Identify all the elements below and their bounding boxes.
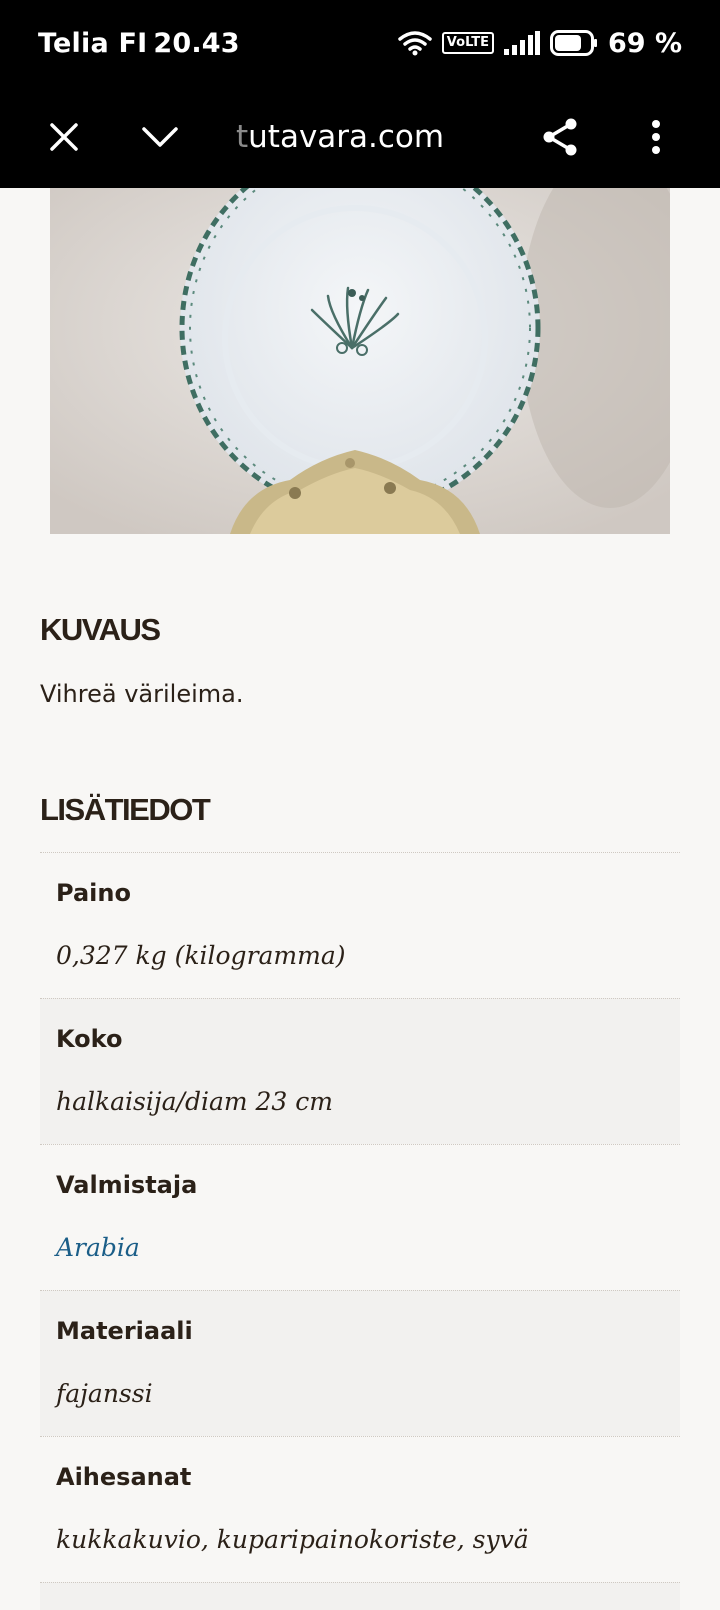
detail-value: fajanssi	[56, 1379, 153, 1408]
description-heading: KUVAUS	[40, 612, 161, 647]
detail-label: Aihesanat	[56, 1463, 192, 1491]
detail-value: halkaisija/diam 23 cm	[56, 1087, 333, 1116]
description-text: Vihreä värileima.	[40, 680, 244, 708]
detail-value: kukkakuvio, kuparipainokoriste, syvä	[56, 1525, 529, 1554]
detail-label: Paino	[56, 879, 131, 907]
detail-row-size: Koko halkaisija/diam 23 cm	[40, 998, 680, 1144]
battery-icon	[549, 30, 597, 56]
detail-label: Koko	[56, 1025, 123, 1053]
share-button[interactable]	[525, 86, 595, 188]
details-table: Paino 0,327 kg (kilogramma) Koko halkais…	[40, 852, 680, 1610]
volte-badge: VoLTE	[441, 32, 494, 54]
plate-photo	[50, 188, 670, 534]
detail-label: Materiaali	[56, 1317, 193, 1345]
detail-row-keywords: Aihesanat kukkakuvio, kuparipainokoriste…	[40, 1436, 680, 1582]
detail-row-manufacturer: Valmistaja Arabia	[40, 1144, 680, 1290]
wifi-icon	[398, 31, 432, 56]
status-bar: Telia FI 20.43 VoLTE 69 %	[0, 0, 720, 86]
battery-percent: 69 %	[607, 27, 682, 59]
url-prefix: t	[236, 119, 249, 155]
detail-label: Valmistaja	[56, 1171, 198, 1199]
browser-toolbar: tutavara.com	[0, 86, 720, 188]
signal-icon	[503, 31, 540, 55]
more-vert-icon	[652, 120, 660, 154]
url-domain: utavara.com	[248, 119, 445, 155]
details-heading: LISÄTIEDOT	[40, 792, 211, 827]
product-image[interactable]	[50, 188, 670, 534]
detail-value: 0,327 kg (kilogramma)	[56, 941, 346, 970]
detail-row-material: Materiaali fajanssi	[40, 1290, 680, 1436]
clock: 20.43	[153, 27, 240, 59]
chevron-down-icon	[142, 127, 178, 147]
manufacturer-link[interactable]: Arabia	[56, 1233, 140, 1262]
more-options-button[interactable]	[621, 86, 691, 188]
detail-row-partial	[40, 1582, 680, 1610]
carrier: Telia FI	[38, 27, 148, 59]
url-display[interactable]: tutavara.com	[236, 86, 444, 188]
collapse-button[interactable]	[125, 86, 195, 188]
detail-row-weight: Paino 0,327 kg (kilogramma)	[40, 852, 680, 998]
status-right: VoLTE 69 %	[398, 28, 682, 59]
close-button[interactable]	[29, 86, 99, 188]
status-left: Telia FI 20.43	[38, 28, 246, 59]
share-icon	[543, 118, 577, 156]
close-icon	[50, 123, 78, 151]
